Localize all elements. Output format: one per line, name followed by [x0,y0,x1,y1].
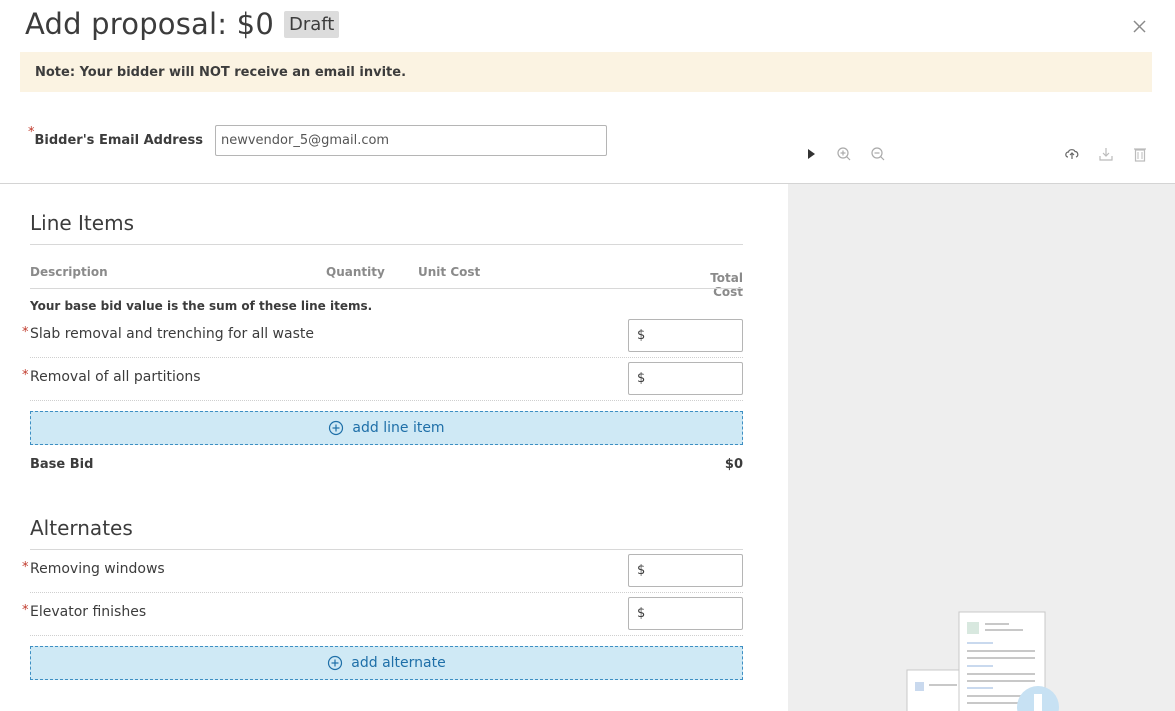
email-notice-banner: Note: Your bidder will NOT receive an em… [20,52,1152,92]
row-divider [30,400,743,401]
row-divider [30,357,743,358]
plus-circle-icon [328,655,343,671]
unit-cost-column-header: Unit Cost [418,265,481,279]
column-header-divider [30,288,743,289]
status-badge: Draft [283,10,340,38]
play-icon[interactable] [803,146,819,162]
notice-text: Note: Your bidder will NOT receive an em… [35,64,407,80]
required-marker: * [22,560,29,575]
total-cost-column-header: Total Cost [710,271,743,299]
section-divider [30,244,743,245]
required-marker: * [28,125,35,140]
trash-icon[interactable] [1132,146,1148,162]
upload-icon[interactable] [1064,146,1080,162]
alternates-title: Alternates [30,516,133,540]
row-divider [30,635,743,636]
section-divider [30,549,743,550]
alternate-total-input[interactable]: $ [628,597,743,630]
add-alternate-button[interactable]: add alternate [30,646,743,680]
plus-circle-icon [329,420,344,436]
required-marker: * [22,325,29,340]
required-marker: * [22,368,29,383]
quantity-column-header: Quantity [326,265,385,279]
line-item-total-input[interactable]: $ [628,362,743,395]
required-marker: * [22,603,29,618]
zoom-in-icon[interactable] [836,146,852,162]
email-label: Bidder's Email Address [34,133,203,148]
alternate-total-input[interactable]: $ [628,554,743,587]
alternate-label: Removing windows [30,561,165,577]
add-line-item-button[interactable]: add line item [30,411,743,445]
base-bid-label: Base Bid [30,457,94,472]
email-field[interactable]: newvendor_5@gmail.com [214,125,607,156]
alternate-label: Elevator finishes [30,604,147,620]
email-row: * Bidder's Email Address newvendor_5@gma… [28,125,607,156]
document-upload-illustration [906,611,1059,711]
row-divider [30,592,743,593]
close-icon[interactable] [1131,18,1147,34]
description-column-header: Description [30,265,108,279]
download-icon[interactable] [1098,146,1114,162]
add-alternate-label: add alternate [351,655,446,671]
base-bid-value: $0 [724,457,743,472]
base-bid-hint: Your base bid value is the sum of these … [30,299,373,313]
modal-header: Add proposal: $0 Draft [25,4,340,44]
line-item-label: Slab removal and trenching for all waste [30,326,314,342]
page-title: Add proposal: $0 [25,7,274,41]
add-line-item-label: add line item [352,420,445,436]
line-items-title: Line Items [30,211,134,235]
line-item-label: Removal of all partitions [30,369,201,385]
line-item-total-input[interactable]: $ [628,319,743,352]
zoom-out-icon[interactable] [870,146,886,162]
